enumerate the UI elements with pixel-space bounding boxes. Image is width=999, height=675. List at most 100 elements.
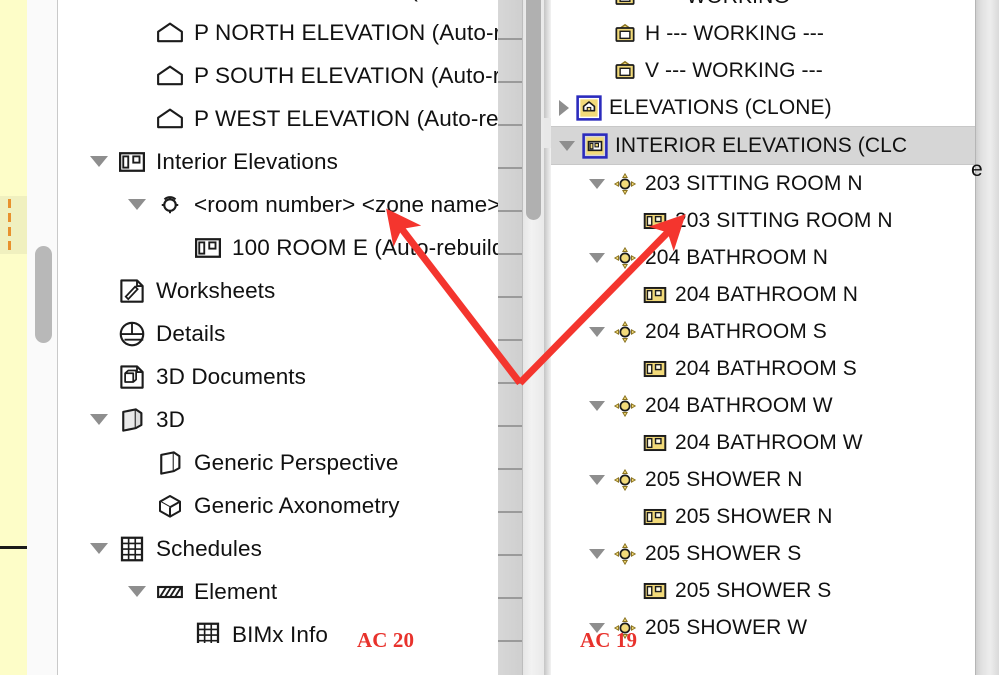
tree-row[interactable]: 204 BATHROOM W	[551, 424, 975, 461]
chevron-down-icon[interactable]	[90, 414, 108, 425]
tree-row[interactable]: P WEST ELEVATION (Auto-reb	[58, 97, 498, 140]
ruler-tick	[498, 296, 522, 298]
3d-box-icon	[117, 405, 147, 435]
chevron-down-icon[interactable]	[589, 548, 605, 559]
twisty-placeholder	[90, 371, 108, 382]
screenshot-root: P EAST ELEVATION (Auto-reb P NORTH ELEVAT…	[0, 0, 999, 675]
tree-row[interactable]: H --- WORKING ---	[551, 15, 975, 52]
tree-row[interactable]: 205 SHOWER N	[551, 461, 975, 498]
tree-row-label: 204 BATHROOM W	[645, 393, 833, 417]
annotation-ac19-label: AC 19	[580, 628, 638, 652]
tree-row[interactable]: Worksheets	[58, 269, 498, 312]
layout-gold-icon	[612, 58, 638, 84]
chevron-down-icon[interactable]	[589, 400, 605, 411]
tree-row[interactable]: 203 SITTING ROOM N	[551, 165, 975, 202]
right-scrollbar-track[interactable]	[975, 0, 999, 675]
perspective-icon	[155, 448, 185, 478]
tree-row-label: 204 BATHROOM S	[645, 319, 827, 343]
chevron-down-icon[interactable]	[128, 199, 146, 210]
twisty-placeholder	[619, 364, 635, 374]
right-navigator-tree[interactable]: * --- WORKING --- H --- WORKING --- V --- …	[551, 0, 975, 653]
tree-row[interactable]: 204 BATHROOM S	[551, 350, 975, 387]
ruler-tick	[498, 468, 522, 470]
tree-row[interactable]: <room number> <zone name>	[58, 183, 498, 226]
interior-elevation-icon	[117, 147, 147, 177]
interior-elevation-gold-icon	[642, 208, 668, 234]
tree-row-label: P WEST ELEVATION (Auto-reb	[194, 105, 498, 131]
chevron-down-icon[interactable]	[559, 140, 575, 151]
panel-divider[interactable]	[544, 0, 551, 675]
interior-elevation-gold-icon	[642, 578, 668, 604]
chevron-down-icon[interactable]	[589, 252, 605, 263]
tree-row[interactable]: 204 BATHROOM N	[551, 239, 975, 276]
tree-row[interactable]: BIMx Info	[58, 613, 498, 643]
ie-marker-gold-icon	[612, 245, 638, 271]
tree-row[interactable]: 3D	[58, 398, 498, 441]
tree-row[interactable]: P NORTH ELEVATION (Auto-r	[58, 11, 498, 54]
ruler-tick	[498, 124, 522, 126]
tree-row[interactable]: P EAST ELEVATION (Auto-reb	[58, 0, 498, 11]
tree-row[interactable]: P SOUTH ELEVATION (Auto-r	[58, 54, 498, 97]
ruler-tick	[498, 382, 522, 384]
chevron-down-icon[interactable]	[589, 178, 605, 189]
tree-row-label: V --- WORKING ---	[645, 58, 823, 82]
tree-row[interactable]: Element	[58, 570, 498, 613]
twisty-placeholder	[128, 70, 146, 81]
document-margin-strip	[0, 0, 27, 675]
twisty-placeholder	[90, 285, 108, 296]
tree-row[interactable]: 3D Documents	[58, 355, 498, 398]
tree-row[interactable]: Generic Axonometry	[58, 484, 498, 527]
ruler-tick	[498, 640, 522, 642]
chevron-down-icon[interactable]	[90, 543, 108, 554]
tree-row[interactable]: 204 BATHROOM S	[551, 313, 975, 350]
tree-row[interactable]: 205 SHOWER S	[551, 572, 975, 609]
tree-row-label: Details	[156, 320, 226, 346]
tree-row[interactable]: Interior Elevations	[58, 140, 498, 183]
twisty-placeholder	[619, 586, 635, 596]
twisty-placeholder	[166, 242, 184, 253]
ruler-tick	[498, 425, 522, 427]
chevron-down-icon[interactable]	[589, 474, 605, 485]
tree-row[interactable]: 203 SITTING ROOM N	[551, 202, 975, 239]
tree-row[interactable]: Details	[58, 312, 498, 355]
tree-row[interactable]: 205 SHOWER N	[551, 498, 975, 535]
twisty-placeholder	[128, 457, 146, 468]
left-navigator-tree[interactable]: P EAST ELEVATION (Auto-reb P NORTH ELEVAT…	[58, 0, 498, 643]
chevron-down-icon[interactable]	[90, 156, 108, 167]
tree-row[interactable]: 204 BATHROOM N	[551, 276, 975, 313]
tree-row-label: P SOUTH ELEVATION (Auto-r	[194, 62, 498, 88]
tree-row[interactable]: 100 ROOM E (Auto-rebuild	[58, 226, 498, 269]
chevron-down-icon[interactable]	[128, 586, 146, 597]
ie-marker-gold-icon	[612, 541, 638, 567]
tree-row[interactable]: Schedules	[58, 527, 498, 570]
tree-row-label: * --- WORKING ---	[645, 0, 817, 9]
twisty-placeholder	[128, 27, 146, 38]
interior-elevation-gold-icon	[642, 282, 668, 308]
tree-row[interactable]: 205 SHOWER S	[551, 535, 975, 572]
tree-row[interactable]: V --- WORKING ---	[551, 52, 975, 89]
elevation-house-icon	[155, 18, 185, 48]
ruler-tick	[498, 339, 522, 341]
interior-elevation-gold-icon	[642, 504, 668, 530]
elevation-house-icon	[155, 61, 185, 91]
tree-row-label: 205 SHOWER S	[675, 578, 832, 602]
orange-dashed-guide	[8, 199, 11, 251]
tree-row[interactable]: INTERIOR ELEVATIONS (CLC	[551, 126, 975, 165]
elevation-house-icon	[155, 104, 185, 134]
ruler-tick	[498, 597, 522, 599]
tree-row[interactable]: ELEVATIONS (CLONE)	[551, 89, 975, 126]
center-scrollbar-thumb[interactable]	[526, 0, 541, 220]
ruler-tick	[498, 253, 522, 255]
tree-row[interactable]: * --- WORKING ---	[551, 0, 975, 15]
ruler-tick	[498, 554, 522, 556]
tree-row-label: H --- WORKING ---	[645, 21, 824, 45]
chevron-down-icon[interactable]	[589, 326, 605, 337]
elevation-house-icon	[155, 0, 185, 5]
left-scrollbar-thumb[interactable]	[35, 246, 52, 343]
tree-row[interactable]: 204 BATHROOM W	[551, 387, 975, 424]
tree-row[interactable]: Generic Perspective	[58, 441, 498, 484]
ie-marker-gold-icon	[612, 393, 638, 419]
chevron-right-icon[interactable]	[559, 99, 569, 116]
twisty-placeholder	[589, 0, 605, 2]
clipped-character: e	[971, 158, 983, 181]
